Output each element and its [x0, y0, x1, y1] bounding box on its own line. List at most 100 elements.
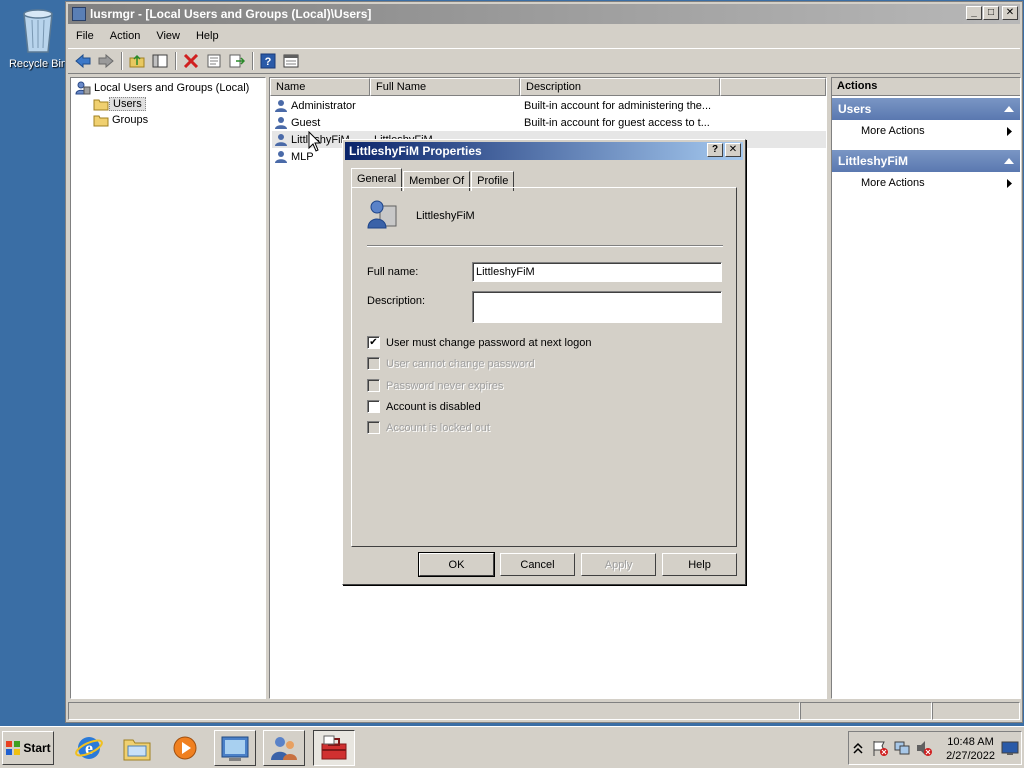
full-name-input[interactable] [472, 262, 722, 282]
checkbox-password-never-expires: Password never expires [367, 379, 503, 392]
recycle-bin-icon [23, 9, 53, 53]
actions-pane: Actions Users More Actions LittleshyFiM … [831, 77, 1021, 699]
clock-time: 10:48 AM [947, 736, 994, 748]
tree-item-label: Users [109, 97, 146, 111]
more-actions-littleshyfim[interactable]: More Actions [832, 172, 1020, 194]
apply-button: Apply [581, 553, 656, 576]
users-groups-icon [75, 81, 91, 95]
table-row[interactable]: Administrator Built-in account for admin… [272, 97, 826, 114]
actions-header: Actions [832, 78, 1020, 96]
actions-section-littleshyfim[interactable]: LittleshyFiM [832, 150, 1020, 172]
maximize-button[interactable]: □ [983, 6, 999, 20]
menu-file[interactable]: File [68, 30, 102, 42]
toolbar: ? [68, 48, 1020, 74]
menu-action[interactable]: Action [102, 30, 149, 42]
tree-item-users[interactable]: Users [93, 96, 146, 112]
up-one-level-button[interactable] [126, 50, 148, 72]
column-header-description[interactable]: Description [520, 78, 720, 96]
show-hidden-icons-chevron-icon[interactable] [853, 742, 863, 754]
user-icon [275, 116, 287, 129]
lusrmgr-app-icon [72, 7, 86, 21]
dialog-help-button[interactable]: ? [707, 143, 723, 157]
toolbar-separator [252, 52, 254, 70]
dialog-title: LittleshyFiM Properties [349, 144, 482, 158]
folder-up-icon [129, 54, 145, 68]
action-center-flag-icon[interactable] [871, 739, 889, 757]
taskbar: Start e 10:48 AM 2/27/2022 [0, 726, 1024, 768]
dialog-help-text-button[interactable]: Help [662, 553, 737, 576]
taskbar-users-console[interactable] [263, 730, 305, 766]
action-item-label: More Actions [861, 125, 925, 137]
console-tree-icon [152, 54, 168, 68]
description-input[interactable] [472, 291, 722, 323]
menubar: File Action View Help [68, 26, 1020, 46]
actions-section-title: Users [838, 102, 872, 116]
toolbar-separator [121, 52, 123, 70]
start-button[interactable]: Start [2, 731, 54, 765]
column-header-name[interactable]: Name [270, 78, 370, 96]
network-icon[interactable] [893, 739, 911, 757]
more-actions-users[interactable]: More Actions [832, 120, 1020, 142]
checkbox-unchecked[interactable] [367, 400, 380, 413]
dialog-close-button[interactable]: ✕ [725, 143, 741, 157]
show-desktop-icon[interactable] [1001, 740, 1019, 756]
forward-arrow-icon [98, 54, 114, 68]
taskbar-internet-explorer[interactable]: e [68, 730, 110, 766]
checkbox-cannot-change-password: User cannot change password [367, 357, 535, 370]
svg-text:?: ? [265, 56, 272, 68]
folder-icon [93, 99, 109, 111]
user-account-name: LittleshyFiM [416, 210, 475, 222]
delete-x-icon [183, 54, 199, 68]
taskbar-explorer[interactable] [116, 730, 158, 766]
full-name-label: Full name: [367, 266, 419, 278]
user-icon [275, 99, 287, 112]
checkbox-label: Account is locked out [386, 421, 490, 434]
general-tab-panel: LittleshyFiM Full name: Description: ✔ U… [351, 187, 737, 547]
user-description: Built-in account for guest access to t..… [524, 116, 710, 129]
checkbox-must-change-password[interactable]: ✔ User must change password at next logo… [367, 336, 591, 349]
status-cell [800, 702, 932, 720]
windows-logo-icon [6, 741, 21, 755]
mouse-cursor-icon [308, 131, 322, 152]
tree-root-label: Local Users and Groups (Local) [94, 82, 250, 94]
tree-item-groups[interactable]: Groups [93, 112, 151, 128]
clock[interactable]: 10:48 AM 2/27/2022 [946, 735, 995, 763]
tree-root[interactable]: Local Users and Groups (Local) [75, 80, 252, 96]
show-hide-action-pane-button[interactable] [280, 50, 302, 72]
window-titlebar[interactable]: lusrmgr - [Local Users and Groups (Local… [68, 4, 1020, 24]
column-header-full-name[interactable]: Full Name [370, 78, 520, 96]
tree-item-label: Groups [112, 114, 149, 126]
export-list-button[interactable] [226, 50, 248, 72]
back-button[interactable] [72, 50, 94, 72]
checkbox-checked[interactable]: ✔ [367, 336, 380, 349]
actions-section-users[interactable]: Users [832, 98, 1020, 120]
taskbar-lusrmgr[interactable] [313, 730, 355, 766]
menu-help[interactable]: Help [188, 30, 227, 42]
header-separator [367, 245, 723, 247]
delete-button[interactable] [180, 50, 202, 72]
recycle-bin[interactable]: Recycle Bin [8, 6, 68, 70]
dialog-titlebar[interactable]: LittleshyFiM Properties ? ✕ [345, 142, 743, 160]
forward-button[interactable] [95, 50, 117, 72]
checkbox-account-disabled[interactable]: Account is disabled [367, 400, 481, 413]
folder-explorer-icon [123, 739, 151, 761]
checkbox-label: User cannot change password [386, 357, 535, 370]
table-row[interactable]: Guest Built-in account for guest access … [272, 114, 826, 131]
taskbar-server-manager[interactable] [214, 730, 256, 766]
minimize-button[interactable]: _ [966, 6, 982, 20]
ok-button[interactable]: OK [418, 552, 495, 577]
show-hide-tree-button[interactable] [149, 50, 171, 72]
export-list-icon [229, 54, 245, 68]
menu-view[interactable]: View [148, 30, 188, 42]
start-label: Start [23, 741, 51, 755]
checkbox-unchecked [367, 357, 380, 370]
taskbar-media-player[interactable] [164, 730, 206, 766]
cancel-button[interactable]: Cancel [500, 553, 575, 576]
properties-button[interactable] [203, 50, 225, 72]
user-name: Guest [291, 116, 321, 129]
clock-date: 2/27/2022 [946, 750, 995, 762]
close-button[interactable]: ✕ [1002, 6, 1018, 20]
volume-muted-icon[interactable] [915, 739, 933, 757]
help-button[interactable]: ? [257, 50, 279, 72]
action-pane-icon [283, 54, 299, 68]
